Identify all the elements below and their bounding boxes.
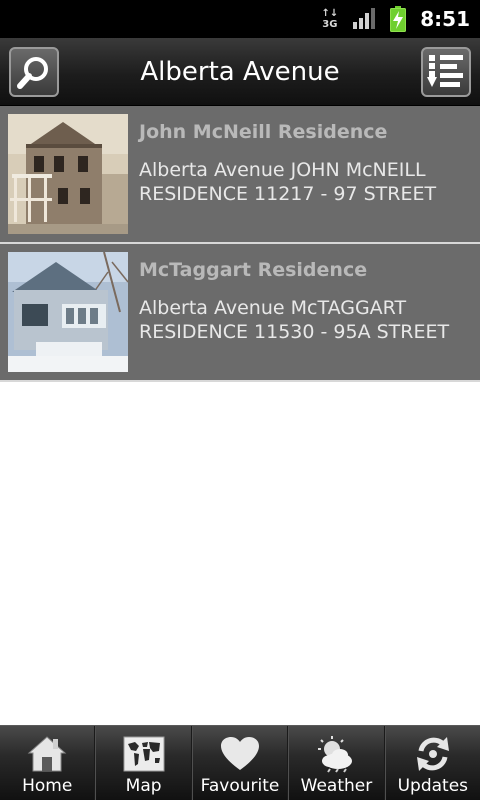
search-icon: [17, 57, 48, 89]
sort-list-icon: [427, 55, 463, 87]
network-indicator: ↑↓ 3G: [321, 8, 338, 30]
tab-label: Home: [22, 776, 73, 796]
tab-weather[interactable]: Weather: [288, 726, 385, 800]
tab-label: Map: [125, 776, 162, 796]
map-icon: [122, 734, 166, 774]
status-bar: ↑↓ 3G 8:51: [0, 0, 480, 38]
list-item-text: John McNeill Residence Alberta Avenue JO…: [139, 114, 459, 242]
tab-map[interactable]: Map: [95, 726, 192, 800]
list-item[interactable]: McTaggart Residence Alberta Avenue McTAG…: [0, 244, 480, 382]
list-item-description: Alberta Avenue McTAGGART RESIDENCE 11530…: [139, 297, 450, 343]
bottom-tab-bar: Home Map Favourite Weather Updates: [0, 725, 480, 800]
tab-home[interactable]: Home: [0, 726, 96, 800]
list-item-description: Alberta Avenue JOHN McNEILL RESIDENCE 11…: [139, 159, 437, 205]
app-screen: ↑↓ 3G 8:51 Alberta Avenue John McNeill R…: [0, 0, 480, 800]
tab-label: Weather: [300, 776, 373, 796]
page-title: Alberta Avenue: [140, 56, 340, 87]
residence-photo: [8, 114, 128, 234]
residence-photo: [8, 252, 128, 372]
tab-label: Updates: [397, 776, 469, 796]
tab-favourite[interactable]: Favourite: [191, 726, 289, 800]
weather-icon: [314, 734, 358, 774]
refresh-icon: [411, 734, 455, 774]
list-item-title: McTaggart Residence: [139, 259, 368, 281]
list-item-title: John McNeill Residence: [139, 121, 388, 143]
list-item[interactable]: John McNeill Residence Alberta Avenue JO…: [0, 106, 480, 244]
title-bar: Alberta Avenue: [0, 38, 480, 106]
list-item-text: McTaggart Residence Alberta Avenue McTAG…: [139, 252, 459, 380]
residence-list: John McNeill Residence Alberta Avenue JO…: [0, 106, 480, 382]
signal-icon: [352, 8, 376, 30]
data-activity-icon: ↑↓: [321, 8, 339, 19]
tab-updates[interactable]: Updates: [384, 726, 480, 800]
search-button[interactable]: [9, 47, 59, 97]
home-icon: [25, 734, 69, 774]
tab-label: Favourite: [200, 776, 280, 796]
sort-button[interactable]: [421, 47, 471, 97]
battery-charging-icon: [390, 6, 407, 32]
clock-time: 8:51: [420, 7, 470, 31]
network-type-label: 3G: [322, 19, 338, 30]
heart-icon: [218, 734, 262, 774]
